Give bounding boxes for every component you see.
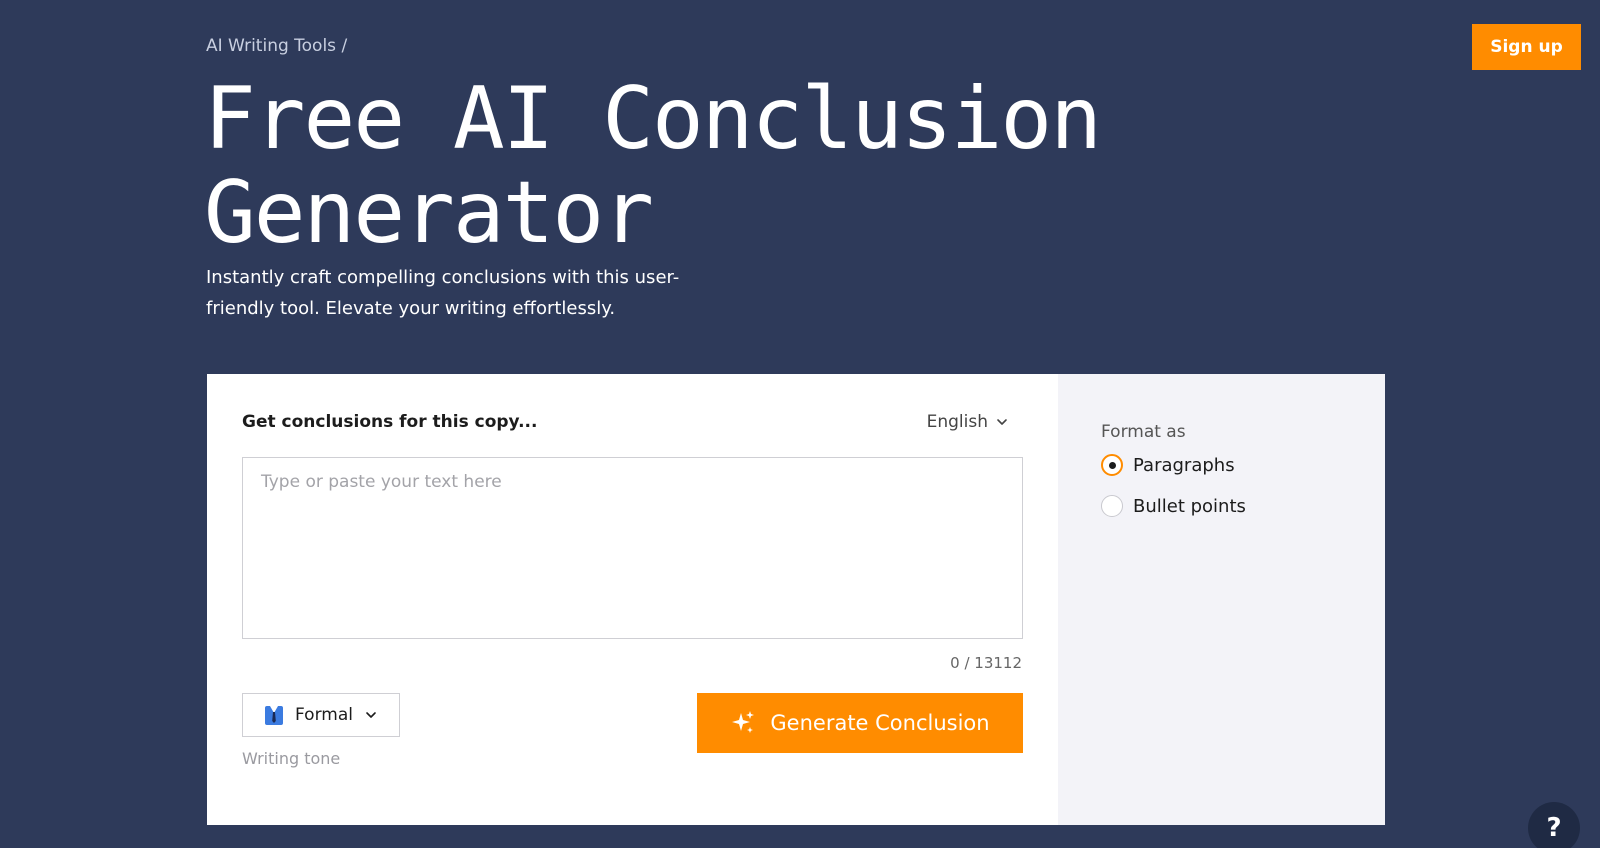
language-select-label: English — [926, 412, 988, 432]
format-option-label: Paragraphs — [1133, 454, 1235, 476]
page-title-line-1: Free AI Conclusion — [204, 69, 1102, 169]
radio-unchecked-icon[interactable] — [1101, 495, 1123, 517]
help-button[interactable]: ? — [1528, 802, 1580, 848]
radio-checked-icon[interactable] — [1101, 454, 1123, 476]
writing-tone-select[interactable]: Formal — [242, 693, 400, 737]
format-option-label: Bullet points — [1133, 495, 1246, 517]
char-counter: 0 / 13112 — [950, 654, 1022, 672]
format-panel: Format as Paragraphs Bullet points — [1058, 374, 1385, 825]
breadcrumb[interactable]: AI Writing Tools / — [206, 36, 347, 56]
writing-tone-value: Formal — [295, 705, 353, 725]
chevron-down-icon — [366, 712, 376, 718]
text-input[interactable] — [242, 457, 1023, 639]
page-title-line-2: Generator — [204, 163, 654, 263]
generate-conclusion-button[interactable]: Generate Conclusion — [697, 693, 1023, 753]
format-option-bullet-points[interactable]: Bullet points — [1101, 495, 1246, 517]
page-title: Free AI Conclusion Generator — [204, 72, 1104, 260]
format-title: Format as — [1101, 422, 1186, 442]
format-option-paragraphs[interactable]: Paragraphs — [1101, 454, 1235, 476]
sparkle-icon — [732, 711, 755, 733]
chevron-down-icon — [997, 419, 1007, 425]
suit-icon — [265, 706, 283, 725]
page-subtitle: Instantly craft compelling conclusions w… — [206, 267, 680, 319]
input-heading: Get conclusions for this copy... — [242, 412, 538, 432]
language-select[interactable]: English — [927, 412, 1008, 432]
signup-button[interactable]: Sign up — [1472, 24, 1581, 70]
tool-input-panel: Get conclusions for this copy... English… — [207, 374, 1058, 825]
writing-tone-label: Writing tone — [242, 749, 341, 768]
tool-card: Get conclusions for this copy... English… — [207, 374, 1385, 825]
generate-conclusion-label: Generate Conclusion — [770, 711, 990, 735]
page: Sign up AI Writing Tools / Free AI Concl… — [0, 0, 1600, 848]
